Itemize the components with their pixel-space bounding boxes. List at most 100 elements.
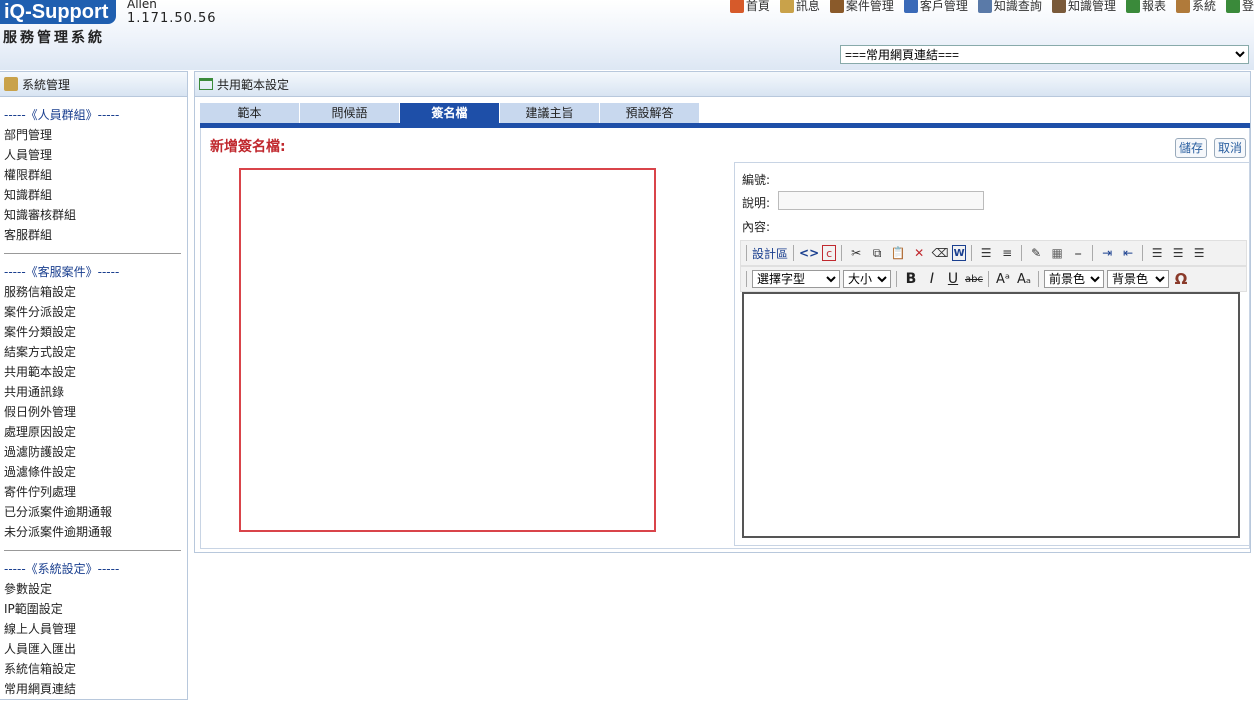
nav-item-home[interactable]: 首頁: [729, 0, 770, 14]
number-label: 編號:: [742, 173, 771, 187]
sidebar-divider: [4, 253, 181, 254]
sidebar-item[interactable]: 假日例外管理: [4, 402, 187, 422]
cut-icon[interactable]: ✂: [847, 244, 865, 262]
sidebar-item[interactable]: 部門管理: [4, 125, 187, 145]
sidebar-item[interactable]: 人員匯入匯出: [4, 639, 187, 659]
subscript-button[interactable]: Aₐ: [1015, 270, 1033, 288]
horizontal-rule-icon[interactable]: ⎯: [1069, 244, 1087, 262]
sidebar-item[interactable]: 權限群組: [4, 165, 187, 185]
description-label: 說明:: [742, 196, 771, 210]
copy-icon[interactable]: ⧉: [868, 244, 886, 262]
sidebar-item[interactable]: 系統信箱設定: [4, 659, 187, 679]
sidebar-item[interactable]: 人員管理: [4, 145, 187, 165]
sidebar-list: -----《人員群組》----- 部門管理 人員管理 權限群組 知識群組 知識審核群組 客服…: [0, 97, 187, 699]
sidebar-item[interactable]: IP範圍設定: [4, 599, 187, 619]
toolbar-separator: [896, 271, 897, 287]
sidebar-item[interactable]: 案件分類設定: [4, 322, 187, 342]
nav-item-book[interactable]: 知識管理: [1051, 0, 1116, 14]
bold-button[interactable]: B: [902, 270, 920, 288]
eraser-icon[interactable]: ⌫: [931, 244, 949, 262]
background-color-select[interactable]: 背景色: [1107, 270, 1169, 288]
sidebar: 系統管理 -----《人員群組》----- 部門管理 人員管理 權限群組 知識群組 知識審…: [0, 71, 188, 700]
sidebar-item[interactable]: 知識審核群組: [4, 205, 187, 225]
toolbar-separator: [1021, 245, 1023, 261]
sidebar-item[interactable]: 知識群組: [4, 185, 187, 205]
special-char-button[interactable]: Ω: [1172, 270, 1190, 288]
ordered-list-icon[interactable]: ☰: [977, 244, 995, 262]
sidebar-title: 系統管理: [22, 77, 71, 92]
align-right-icon[interactable]: ☰: [1190, 244, 1208, 262]
align-left-icon[interactable]: ☰: [1148, 244, 1166, 262]
cancel-button[interactable]: 取消: [1214, 138, 1247, 158]
tab-4[interactable]: 預設解答: [600, 103, 700, 123]
tab-0[interactable]: 範本: [200, 103, 300, 123]
toolbar-separator: [793, 245, 795, 261]
signature-preview: [239, 168, 656, 532]
nav-label: 訊息: [795, 0, 820, 13]
unordered-list-icon[interactable]: ≡: [998, 244, 1016, 262]
superscript-button[interactable]: Aᵃ: [994, 270, 1012, 288]
logout-icon: [1225, 0, 1240, 13]
html-source-icon[interactable]: <>: [799, 244, 819, 262]
form-title: 新增簽名檔:: [210, 139, 286, 155]
sidebar-item[interactable]: 過濾條件設定: [4, 462, 187, 482]
nav-label: 首頁: [745, 0, 770, 13]
clean-code-icon[interactable]: c: [822, 245, 837, 261]
save-button[interactable]: 儲存: [1175, 138, 1208, 158]
nav-label: 系統: [1191, 0, 1216, 13]
outdent-icon[interactable]: ⇤: [1119, 244, 1137, 262]
nav-label: 案件管理: [845, 0, 894, 13]
strikethrough-button[interactable]: abc: [965, 270, 983, 288]
align-center-icon[interactable]: ☰: [1169, 244, 1187, 262]
nav-item-folder[interactable]: 案件管理: [829, 0, 894, 14]
nav-item-logout[interactable]: 登: [1225, 0, 1254, 14]
content-editor[interactable]: [742, 292, 1240, 538]
underline-button[interactable]: U: [944, 270, 962, 288]
sidebar-group-title: -----《系統設定》-----: [4, 562, 120, 576]
signature-form: 編號: 說明: 內容: 設計區 <> c ✂ ⧉ 📋 ✕ ⌫ W ☰ ≡ ✎ ▦…: [734, 162, 1250, 546]
paste-icon[interactable]: 📋: [889, 244, 907, 262]
font-family-select[interactable]: 選擇字型: [752, 270, 840, 288]
sidebar-item[interactable]: 未分派案件逾期通報: [4, 522, 187, 542]
word-paste-icon[interactable]: W: [952, 245, 967, 261]
delete-icon[interactable]: ✕: [910, 244, 928, 262]
sidebar-item[interactable]: 已分派案件逾期通報: [4, 502, 187, 522]
sidebar-group-title: -----《客服案件》-----: [4, 265, 120, 279]
nav-label: 報表: [1141, 0, 1166, 13]
book-icon: [1051, 0, 1066, 13]
sidebar-item[interactable]: 常用網頁連結: [4, 679, 187, 699]
sidebar-item[interactable]: 處理原因設定: [4, 422, 187, 442]
sidebar-item[interactable]: 線上人員管理: [4, 619, 187, 639]
nav-item-user[interactable]: 客戶管理: [903, 0, 968, 14]
sidebar-item[interactable]: 過濾防護設定: [4, 442, 187, 462]
table-icon[interactable]: ▦: [1048, 244, 1066, 262]
nav-item-search[interactable]: 知識查詢: [977, 0, 1042, 14]
sidebar-item[interactable]: 客服群組: [4, 225, 187, 245]
main-header: 共用範本設定: [195, 72, 1250, 97]
description-input[interactable]: [778, 191, 984, 210]
font-size-select[interactable]: 大小: [843, 270, 891, 288]
sidebar-item[interactable]: 共用範本設定: [4, 362, 187, 382]
toolbar-separator: [971, 245, 973, 261]
design-mode-button[interactable]: 設計區: [752, 244, 788, 262]
italic-button[interactable]: I: [923, 270, 941, 288]
nav-item-gear[interactable]: 系統: [1175, 0, 1216, 14]
sidebar-item[interactable]: 寄件佇列處理: [4, 482, 187, 502]
user-name: Allen: [127, 0, 157, 11]
nav-item-mail[interactable]: 訊息: [779, 0, 820, 14]
sidebar-item[interactable]: 案件分派設定: [4, 302, 187, 322]
tab-bar: 範本 問候語 簽名檔 建議主旨 預設解答: [200, 103, 700, 123]
tab-2[interactable]: 簽名檔: [400, 103, 500, 123]
tab-1[interactable]: 問候語: [300, 103, 400, 123]
sidebar-item[interactable]: 結案方式設定: [4, 342, 187, 362]
foreground-color-select[interactable]: 前景色: [1044, 270, 1104, 288]
sidebar-item[interactable]: 參數設定: [4, 579, 187, 599]
sidebar-item[interactable]: 服務信箱設定: [4, 282, 187, 302]
sidebar-item[interactable]: 共用通訊錄: [4, 382, 187, 402]
nav-item-report[interactable]: 報表: [1125, 0, 1166, 14]
indent-icon[interactable]: ⇥: [1098, 244, 1116, 262]
pen-icon[interactable]: ✎: [1027, 244, 1045, 262]
quick-links-select[interactable]: ===常用網頁連結===: [840, 45, 1249, 64]
sidebar-divider: [4, 550, 181, 551]
tab-3[interactable]: 建議主旨: [500, 103, 600, 123]
